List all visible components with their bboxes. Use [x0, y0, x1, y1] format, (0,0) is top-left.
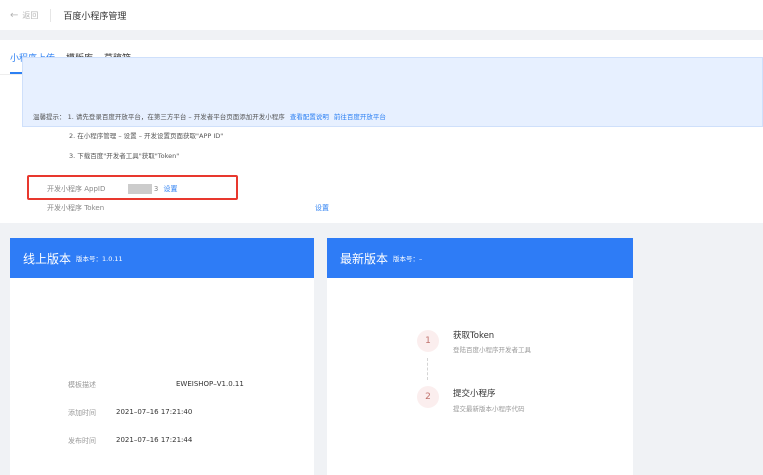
- template-desc-value: EWEISHOP–V1.0.11: [176, 380, 244, 388]
- added-time-label: 添加时间: [68, 409, 96, 417]
- latest-version-card: 最新版本 版本号：–: [327, 238, 633, 475]
- highlight-box: [27, 175, 238, 200]
- tip-text-2: 2. 在小程序管理 – 设置 – 开发设置页面获取"APP ID": [69, 132, 224, 140]
- online-card-header: 线上版本 版本号：1.0.11: [10, 238, 314, 278]
- top-bar: ← 返回 百度小程序管理: [0, 0, 763, 30]
- template-desc-label: 模板描述: [68, 381, 96, 389]
- token-set-link[interactable]: 设置: [315, 203, 329, 213]
- config-guide-link[interactable]: 查看配置说明: [290, 113, 329, 121]
- step-connector: [427, 358, 428, 380]
- online-card-title: 线上版本: [23, 251, 72, 266]
- divider: [50, 8, 52, 22]
- tip-text-1: 1. 请先登录百度开放平台，在第三方平台 – 开发者平台页面添加开发小程序: [67, 113, 285, 121]
- back-button[interactable]: ← 返回: [10, 10, 38, 21]
- step-1-desc: 登陆百度小程序开发者工具: [453, 346, 531, 354]
- back-label: 返回: [22, 10, 39, 20]
- online-version-number: 版本号：1.0.11: [76, 255, 123, 263]
- published-time-label: 发布时间: [68, 437, 96, 445]
- latest-card-title: 最新版本: [340, 251, 389, 266]
- latest-card-header: 最新版本 版本号：–: [327, 238, 633, 278]
- step-2-desc: 提交最新版本小程序代码: [453, 405, 525, 413]
- step-2-title: 提交小程序: [453, 389, 496, 399]
- baidu-platform-link[interactable]: 前往百度开放平台: [334, 113, 386, 121]
- online-version-card: 线上版本 版本号：1.0.11 模板描述 EWEISHOP–V1.0.11 添加…: [10, 238, 314, 475]
- token-label: 开发小程序 Token: [47, 204, 105, 212]
- tip-text-3: 3. 下载百度"开发者工具"获取"Token": [69, 152, 180, 160]
- published-time-value: 2021–07–16 17:21:44: [116, 436, 193, 444]
- step-1-title: 获取Token: [453, 331, 495, 341]
- page-title: 百度小程序管理: [63, 11, 127, 22]
- latest-version-number: 版本号：–: [393, 255, 423, 263]
- tip-prefix: 温馨提示：: [33, 113, 66, 121]
- tip-line-1: 温馨提示： 1. 请先登录百度开放平台，在第三方平台 – 开发者平台页面添加开发…: [33, 111, 386, 121]
- step-1-badge: 1: [417, 330, 439, 352]
- step-2-badge: 2: [417, 386, 439, 408]
- added-time-value: 2021–07–16 17:21:40: [116, 408, 193, 416]
- arrow-left-icon: ←: [10, 9, 19, 21]
